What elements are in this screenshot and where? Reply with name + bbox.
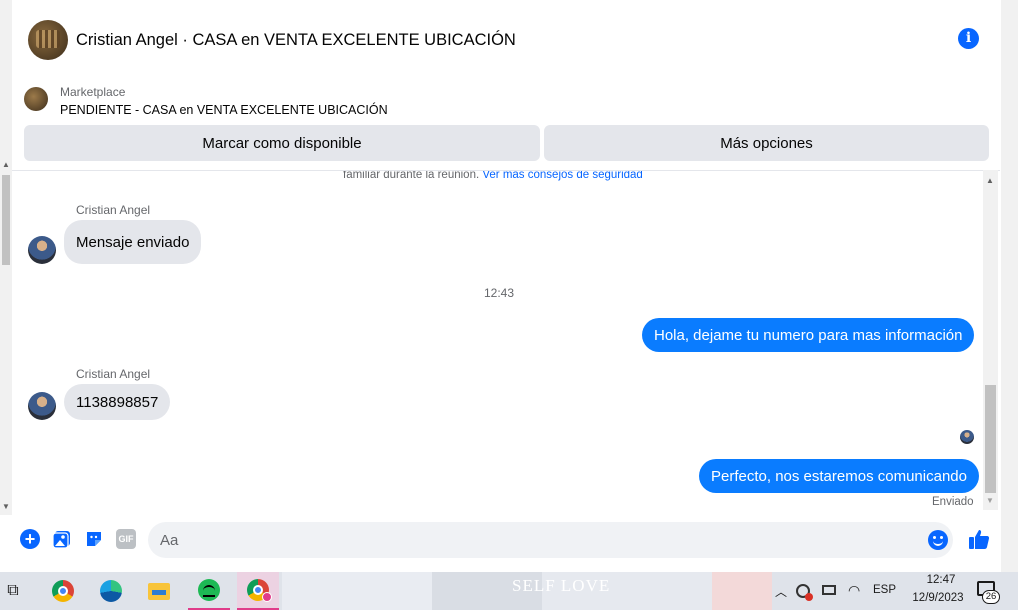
wifi-icon[interactable]: ◠ [848, 582, 860, 599]
sticker-icon[interactable] [84, 529, 104, 549]
message-list[interactable]: familiar durante la reunión. Ver más con… [12, 170, 1000, 515]
scrollbar-thumb[interactable] [985, 385, 996, 493]
seen-indicator-avatar [960, 430, 974, 444]
safety-notice: familiar durante la reunión. Ver más con… [343, 170, 643, 181]
battery-icon[interactable] [822, 585, 836, 595]
scroll-down-arrow-icon[interactable]: ▼ [986, 496, 994, 505]
message-bubble-incoming[interactable]: Mensaje enviado [64, 220, 202, 264]
task-view-icon[interactable]: ⧉ [0, 572, 26, 610]
avatar[interactable] [28, 236, 56, 264]
safety-tips-link[interactable]: Ver más consejos de seguridad [482, 171, 642, 181]
windows-taskbar: SELF LOVE ⧉ ︿ ◠ ESP 12:47 12/9/2023 26 [0, 572, 1018, 610]
mark-available-button[interactable]: Marcar como disponible [24, 125, 540, 161]
scroll-up-arrow-icon[interactable]: ▲ [2, 160, 10, 169]
left-scrollbar[interactable]: ▲ ▼ [0, 0, 12, 515]
chevron-up-icon[interactable]: ︿ [775, 583, 787, 600]
emoji-icon[interactable] [928, 530, 948, 550]
avatar[interactable] [28, 392, 56, 420]
file-explorer-icon[interactable] [138, 572, 180, 610]
scroll-up-arrow-icon[interactable]: ▲ [986, 176, 994, 185]
message-status: Enviado [932, 496, 974, 508]
wallpaper-text: SELF LOVE [512, 576, 611, 595]
chrome-profile-icon[interactable] [237, 572, 279, 610]
marketplace-label: Marketplace [60, 85, 126, 99]
notification-count-badge: 26 [982, 590, 1000, 604]
conversation-scrollbar[interactable]: ▲ ▼ [983, 170, 998, 510]
sender-name: Cristian Angel [76, 367, 151, 381]
message-bubble-incoming[interactable]: 1138898857 [64, 384, 171, 420]
language-indicator[interactable]: ESP [873, 584, 896, 596]
message-timestamp: 12:43 [484, 286, 515, 300]
message-bubble-outgoing[interactable]: Hola, dejame tu numero para mas informac… [642, 318, 975, 352]
gif-icon[interactable]: GIF [116, 529, 136, 549]
image-icon[interactable] [52, 529, 72, 549]
conversation-header: Cristian Angel · CASA en VENTA EXCELENTE… [12, 0, 1000, 170]
scroll-down-arrow-icon[interactable]: ▼ [2, 502, 10, 511]
message-input[interactable] [148, 522, 953, 558]
tray-app-icon[interactable] [796, 584, 813, 601]
more-options-button[interactable]: Más opciones [544, 125, 989, 161]
safety-notice-text: familiar durante la reunión. [343, 170, 480, 181]
message-composer: + GIF [12, 515, 1000, 572]
edge-icon[interactable] [90, 572, 132, 610]
message-bubble-outgoing[interactable]: Perfecto, nos estaremos comunicando [699, 459, 979, 493]
system-tray: ︿ ◠ ESP 12:47 12/9/2023 26 [772, 572, 1018, 610]
plus-icon[interactable]: + [20, 529, 40, 549]
page-scrollbar[interactable] [1001, 0, 1018, 572]
chrome-icon[interactable] [42, 572, 84, 610]
messenger-window: ▲ ▼ Cristian Angel · CASA en VENTA EXCEL… [0, 0, 1018, 572]
listing-avatar[interactable] [28, 20, 68, 60]
clock-time[interactable]: 12:47 [918, 574, 964, 586]
listing-thumbnail[interactable] [24, 87, 48, 111]
listing-title[interactable]: PENDIENTE - CASA en VENTA EXCELENTE UBIC… [60, 103, 388, 117]
info-icon[interactable]: i [958, 28, 979, 49]
sender-name: Cristian Angel [76, 203, 151, 217]
conversation-title[interactable]: Cristian Angel · CASA en VENTA EXCELENTE… [76, 31, 516, 50]
like-icon[interactable] [968, 528, 990, 550]
clock-date[interactable]: 12/9/2023 [908, 592, 968, 604]
spotify-icon[interactable] [188, 572, 230, 610]
scrollbar-thumb[interactable] [2, 175, 10, 265]
